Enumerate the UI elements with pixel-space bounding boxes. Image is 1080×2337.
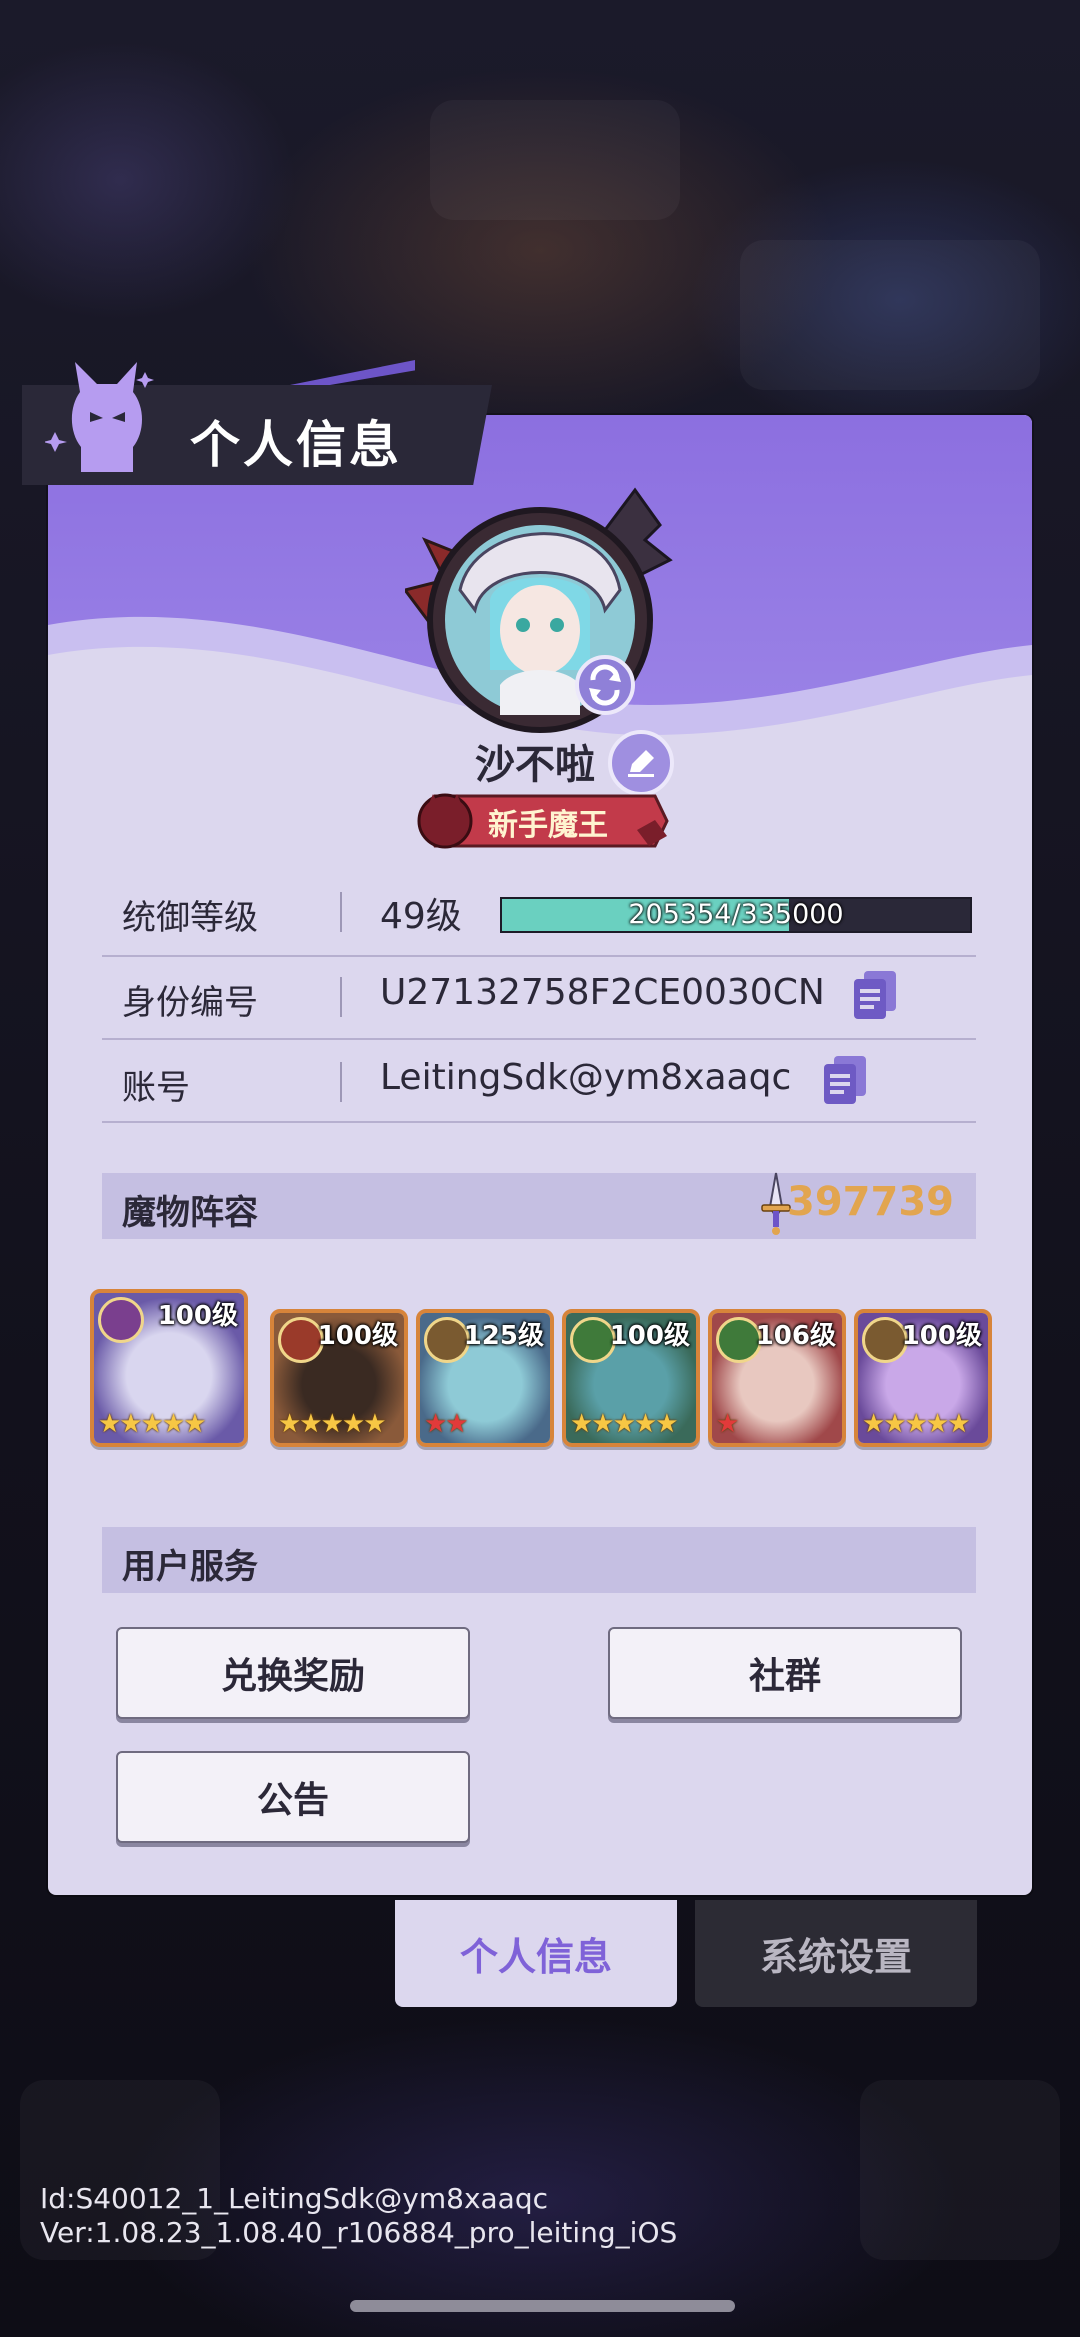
row-separator <box>340 1062 342 1102</box>
build-info: Id:S40012_1_LeitingSdk@ym8xaaqc Ver:1.08… <box>40 2182 677 2250</box>
divider <box>102 1121 976 1123</box>
hero-level: 100级 <box>901 1321 982 1351</box>
row-separator <box>340 892 342 932</box>
hero-card[interactable]: 100级 ★★★★★ <box>270 1309 408 1447</box>
hero-card[interactable]: 100级 ★★★★★ <box>854 1309 992 1447</box>
hero-card[interactable]: 100级 ★★★★★ <box>90 1289 248 1447</box>
hero-level: 106级 <box>755 1321 836 1351</box>
hero-stars: ★★★★★ <box>570 1409 679 1439</box>
lineup-header: 魔物阵容 397739 <box>102 1172 976 1239</box>
hero-stars: ★★★★★ <box>98 1409 207 1439</box>
bg-board <box>740 240 1040 390</box>
home-indicator[interactable] <box>350 2300 735 2312</box>
community-button[interactable]: 社群 <box>608 1627 962 1719</box>
version-line: Ver:1.08.23_1.08.40_r106884_pro_leiting_… <box>40 2216 678 2249</box>
page-title: 个人信息 <box>190 416 402 474</box>
tab-profile[interactable]: 个人信息 <box>395 1900 677 2007</box>
hero-level: 100级 <box>157 1301 238 1331</box>
exp-text: 205354/335000 <box>628 899 844 930</box>
rank-title-text: 新手魔王 <box>488 808 608 843</box>
combat-power-value: 397739 <box>787 1179 954 1225</box>
divider <box>102 955 976 957</box>
tab-settings[interactable]: 系统设置 <box>695 1900 977 2007</box>
divider <box>102 1038 976 1040</box>
player-name: 沙不啦 <box>475 742 595 788</box>
level-value: 49级 <box>380 896 462 937</box>
bg-nav-item <box>860 2080 1060 2260</box>
services-title: 用户服务 <box>122 1547 258 1587</box>
hero-level: 100级 <box>609 1321 690 1351</box>
hero-card[interactable]: 106级 ★ <box>708 1309 846 1447</box>
hero-stars: ★★ <box>424 1409 469 1439</box>
hero-card[interactable]: 125级 ★★ <box>416 1309 554 1447</box>
hero-level: 100级 <box>317 1321 398 1351</box>
bg-banner <box>430 100 680 220</box>
id-value: U27132758F2CE0030CN <box>380 972 825 1013</box>
services-header: 用户服务 <box>102 1527 976 1593</box>
hero-level: 125级 <box>463 1321 544 1351</box>
exp-progress-bar: 205354/335000 <box>500 897 972 933</box>
level-label: 统御等级 <box>122 898 258 938</box>
player-avatar[interactable] <box>405 470 675 740</box>
id-label: 身份编号 <box>122 983 258 1023</box>
row-separator <box>340 977 342 1017</box>
hero-element-icon <box>98 1297 144 1343</box>
lineup-title: 魔物阵容 <box>122 1193 258 1233</box>
hero-stars: ★ <box>716 1409 739 1439</box>
copy-account-icon[interactable] <box>822 1054 868 1106</box>
copy-id-icon[interactable] <box>852 969 898 1021</box>
account-value: LeitingSdk@ym8xaaqc <box>380 1057 792 1098</box>
hero-card[interactable]: 100级 ★★★★★ <box>562 1309 700 1447</box>
cat-mascot-icon <box>45 362 154 472</box>
hero-stars: ★★★★★ <box>278 1409 387 1439</box>
hero-stars: ★★★★★ <box>862 1409 971 1439</box>
account-label: 账号 <box>122 1068 190 1108</box>
announcement-button[interactable]: 公告 <box>116 1751 470 1843</box>
redeem-rewards-button[interactable]: 兑换奖励 <box>116 1627 470 1719</box>
edit-name-button[interactable] <box>608 730 674 796</box>
account-id-line: Id:S40012_1_LeitingSdk@ym8xaaqc <box>40 2182 548 2215</box>
pencil-icon <box>628 750 654 777</box>
